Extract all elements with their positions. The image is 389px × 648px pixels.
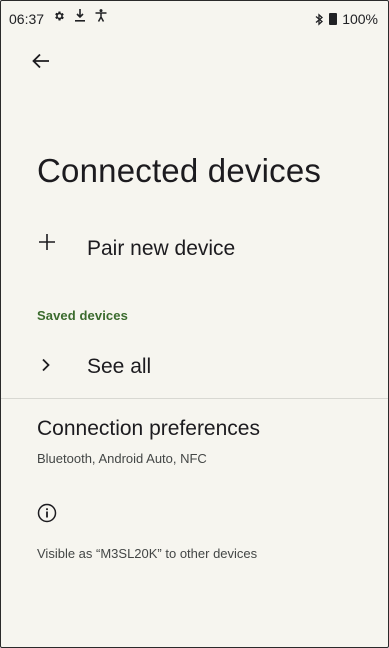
pair-new-device-label: Pair new device (87, 237, 236, 260)
back-button[interactable] (27, 47, 55, 75)
divider (1, 398, 388, 399)
gear-icon (55, 11, 64, 20)
page-title: Connected devices (37, 152, 322, 189)
saved-devices-header: Saved devices (37, 308, 128, 323)
battery-percent: 100% (342, 11, 378, 27)
connection-preferences-item[interactable]: Connection preferences Bluetooth, Androi… (1, 415, 388, 475)
see-all-item[interactable]: See all (1, 348, 388, 388)
info-icon (37, 503, 57, 523)
visible-as-text: Visible as “M3SL20K” to other devices (37, 546, 258, 561)
status-bar: 06:37 100% (1, 1, 388, 37)
download-icon (75, 9, 85, 22)
connection-preferences-title: Connection preferences (37, 417, 260, 440)
pair-new-device-item[interactable]: Pair new device (1, 229, 388, 269)
connection-preferences-summary: Bluetooth, Android Auto, NFC (37, 451, 207, 466)
status-icons-left (53, 9, 107, 22)
arrow-back-icon (32, 53, 49, 69)
accessibility-icon (95, 9, 107, 22)
status-icons-right: 100% (315, 11, 378, 27)
plus-icon (39, 234, 55, 250)
battery-icon (329, 13, 338, 25)
see-all-label: See all (87, 355, 152, 378)
phone-screen: 06:37 100% Connected devices Pair new de… (0, 0, 389, 648)
chevron-right-icon (42, 358, 50, 372)
status-time: 06:37 (9, 11, 45, 27)
bluetooth-icon (315, 12, 324, 26)
